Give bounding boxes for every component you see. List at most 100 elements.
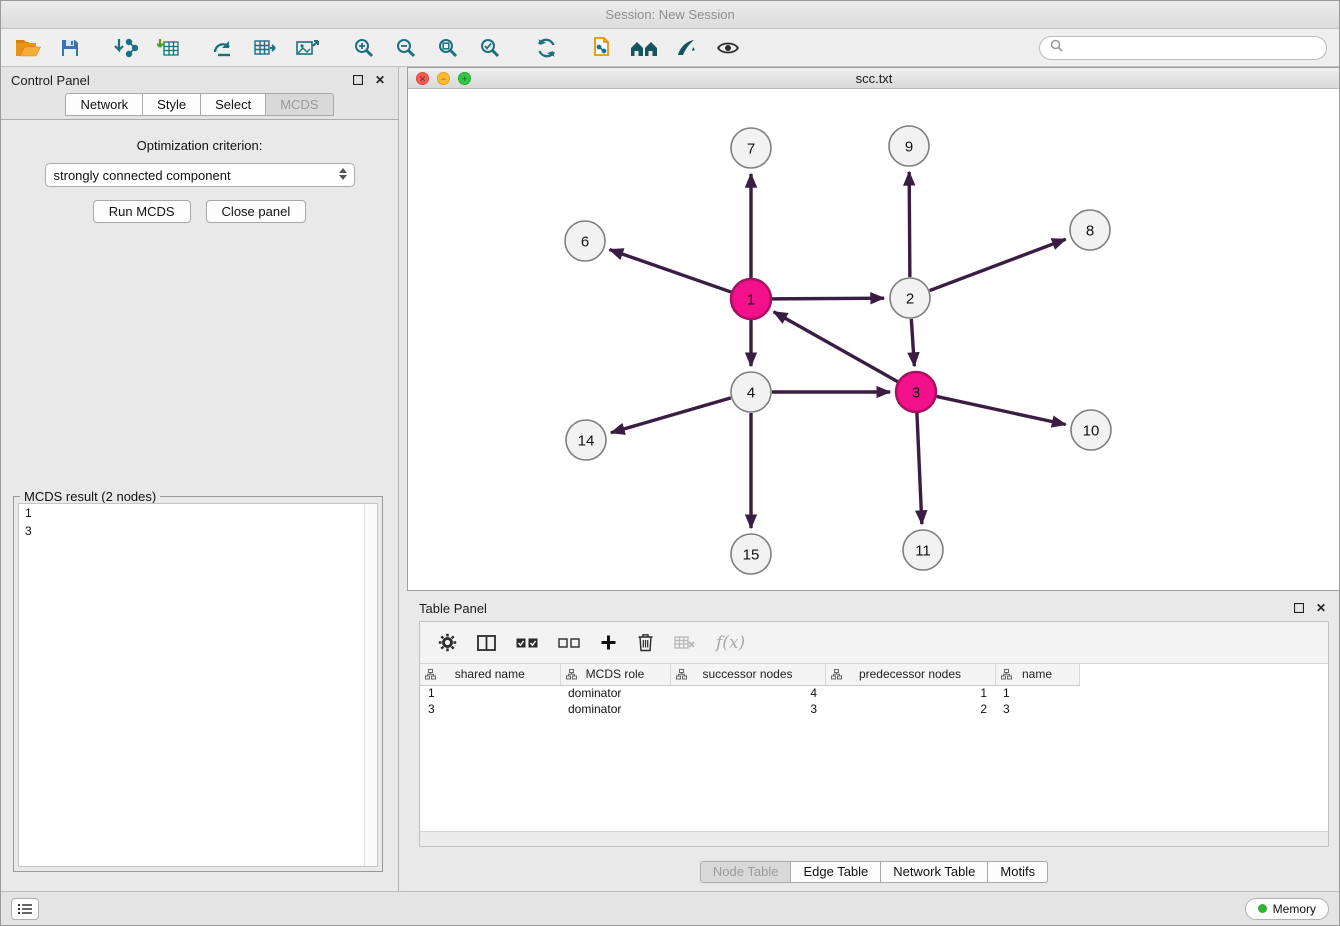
import-network-icon[interactable] [111, 34, 141, 62]
svg-text:1: 1 [747, 291, 755, 308]
close-panel-button[interactable]: Close panel [206, 200, 307, 223]
table-cell[interactable]: 2 [825, 701, 995, 717]
float-table-panel-icon[interactable] [1291, 600, 1307, 616]
table-horizontal-scrollbar[interactable] [420, 831, 1328, 846]
memory-button[interactable]: Memory [1245, 898, 1329, 920]
zoom-in-icon[interactable] [349, 34, 379, 62]
gear-icon[interactable] [438, 629, 457, 657]
column-header-successor-nodes[interactable]: successor nodes [670, 664, 825, 685]
main-toolbar [1, 29, 1339, 67]
graph-node-4[interactable]: 4 [731, 372, 771, 412]
copy-style-icon[interactable] [587, 34, 617, 62]
optimization-criterion-select[interactable]: strongly connected component [45, 163, 355, 187]
export-network-icon[interactable] [209, 34, 239, 62]
table-cell[interactable]: 1 [995, 685, 1079, 701]
float-panel-icon[interactable] [350, 72, 366, 88]
table-cell[interactable]: 4 [670, 685, 825, 701]
network-graph[interactable]: 7 9 6 8 1 2 4 3 14 10 15 11 [408, 89, 1340, 590]
style-brush-icon[interactable] [671, 34, 701, 62]
graph-node-1[interactable]: 1 [731, 279, 771, 319]
run-mcds-button[interactable]: Run MCDS [93, 200, 191, 223]
edge-1-6[interactable] [610, 250, 732, 292]
control-panel: Control Panel ✕ Network Style Select MCD… [1, 67, 399, 893]
table-cell[interactable]: dominator [560, 701, 670, 717]
first-neighbors-icon[interactable] [629, 34, 659, 62]
graph-node-8[interactable]: 8 [1070, 210, 1110, 250]
memory-status-icon [1258, 904, 1267, 913]
select-all-columns-icon[interactable] [516, 629, 538, 657]
graph-node-3[interactable]: 3 [896, 372, 936, 412]
tab-motifs[interactable]: Motifs [988, 861, 1048, 883]
graph-node-7[interactable]: 7 [731, 128, 771, 168]
table-cell[interactable]: 3 [420, 701, 560, 717]
import-table-icon[interactable] [153, 34, 183, 62]
network-canvas[interactable]: 7 9 6 8 1 2 4 3 14 10 15 11 [408, 89, 1340, 590]
graph-node-14[interactable]: 14 [566, 420, 606, 460]
table-cell[interactable]: 1 [825, 685, 995, 701]
memory-label: Memory [1273, 902, 1316, 916]
mcds-result-title: MCDS result (2 nodes) [20, 489, 160, 504]
window-close-icon[interactable]: ✕ [416, 72, 429, 85]
edge-3-1[interactable] [774, 312, 898, 382]
window-zoom-icon[interactable]: + [458, 72, 471, 85]
open-folder-icon[interactable] [13, 34, 43, 62]
node-table: shared nameMCDS rolesuccessor nodesprede… [420, 664, 1328, 717]
tab-network[interactable]: Network [65, 93, 143, 116]
edge-2-9[interactable] [909, 172, 910, 277]
graph-node-9[interactable]: 9 [889, 126, 929, 166]
task-history-icon[interactable] [11, 898, 39, 920]
window-minimize-icon[interactable]: − [437, 72, 450, 85]
export-image-icon[interactable] [293, 34, 323, 62]
edge-3-10[interactable] [937, 396, 1066, 424]
export-table-icon[interactable] [251, 34, 281, 62]
tab-mcds[interactable]: MCDS [266, 93, 333, 116]
result-item[interactable]: 3 [19, 522, 377, 540]
column-header-filler [1079, 664, 1328, 685]
table-cell[interactable]: 3 [995, 701, 1079, 717]
edge-2-8[interactable] [930, 239, 1066, 290]
split-columns-icon[interactable] [477, 629, 496, 657]
tab-style[interactable]: Style [143, 93, 201, 116]
close-table-panel-icon[interactable]: ✕ [1313, 600, 1329, 616]
close-panel-icon[interactable]: ✕ [372, 72, 388, 88]
zoom-fit-icon[interactable] [433, 34, 463, 62]
search-field[interactable] [1039, 36, 1327, 60]
edge-3-11[interactable] [917, 413, 922, 524]
result-scrollbar[interactable] [364, 504, 377, 866]
zoom-out-icon[interactable] [391, 34, 421, 62]
table-cell[interactable]: 1 [420, 685, 560, 701]
edge-2-3[interactable] [911, 319, 914, 366]
result-item[interactable]: 1 [19, 504, 377, 522]
table-row[interactable]: 1dominator411 [420, 685, 1328, 701]
zoom-selected-icon[interactable] [475, 34, 505, 62]
graph-node-15[interactable]: 15 [731, 534, 771, 574]
table-cell[interactable]: 3 [670, 701, 825, 717]
mcds-result-list[interactable]: 1 3 [18, 503, 378, 867]
edge-1-2[interactable] [772, 298, 884, 299]
edge-4-14[interactable] [611, 398, 731, 433]
refresh-icon[interactable] [531, 34, 561, 62]
trash-icon[interactable] [637, 629, 654, 657]
control-panel-title: Control Panel [11, 73, 90, 88]
svg-text:10: 10 [1083, 422, 1100, 439]
unselect-all-columns-icon[interactable] [558, 629, 580, 657]
search-input[interactable] [1069, 40, 1316, 55]
graph-node-10[interactable]: 10 [1071, 410, 1111, 450]
graph-node-11[interactable]: 11 [903, 530, 943, 570]
add-column-icon[interactable] [600, 629, 617, 657]
tab-select[interactable]: Select [201, 93, 266, 116]
column-header-shared-name[interactable]: shared name [420, 664, 560, 685]
table-cell[interactable]: dominator [560, 685, 670, 701]
graph-node-2[interactable]: 2 [890, 278, 930, 318]
eye-icon[interactable] [713, 34, 743, 62]
tab-edge-table[interactable]: Edge Table [791, 861, 881, 883]
column-header-mcds-role[interactable]: MCDS role [560, 664, 670, 685]
tab-network-table[interactable]: Network Table [881, 861, 988, 883]
column-header-name[interactable]: name [995, 664, 1079, 685]
graph-node-6[interactable]: 6 [565, 221, 605, 261]
table-row[interactable]: 3dominator323 [420, 701, 1328, 717]
column-header-predecessor-nodes[interactable]: predecessor nodes [825, 664, 995, 685]
function-builder-icon: f(x) [716, 633, 745, 653]
save-icon[interactable] [55, 34, 85, 62]
tab-node-table[interactable]: Node Table [700, 861, 792, 883]
